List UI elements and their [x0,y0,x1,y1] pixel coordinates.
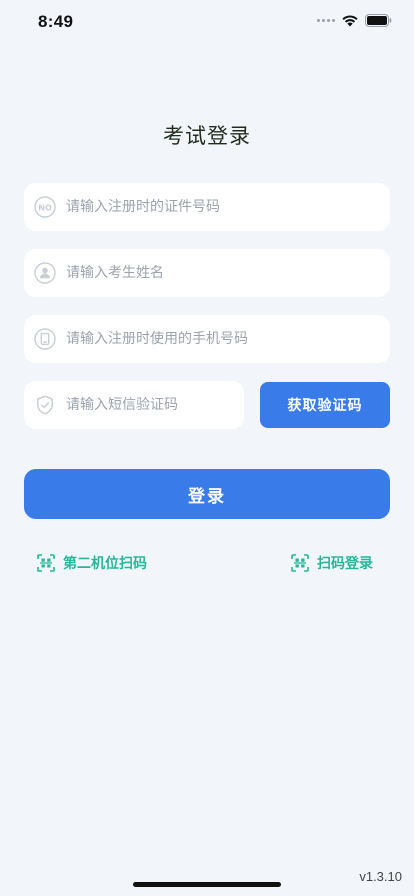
second-camera-scan-label: 第二机位扫码 [63,556,147,572]
status-icons [317,14,392,27]
sms-code-field[interactable] [24,381,244,429]
app-version: v1.3.10 [359,869,402,884]
id-card-no-icon: NO [34,196,56,218]
phone-input[interactable] [66,315,390,363]
home-indicator[interactable] [133,882,281,887]
qr-scan-icon [37,554,55,572]
person-icon [34,262,56,284]
second-camera-scan-link[interactable]: 第二机位扫码 [37,552,147,574]
status-bar: 8:49 [0,0,414,46]
qr-scan-icon [291,554,309,572]
get-code-button[interactable]: 获取验证码 [260,382,390,428]
mobile-phone-icon [34,328,56,350]
page-title: 考试登录 [163,124,251,148]
id-number-field[interactable]: NO [24,183,390,231]
name-input[interactable] [66,249,390,297]
name-field[interactable] [24,249,390,297]
wifi-icon [342,15,358,27]
shield-check-icon [34,394,56,416]
scan-login-link[interactable]: 扫码登录 [291,552,373,574]
phone-field[interactable] [24,315,390,363]
sms-code-input[interactable] [66,381,244,429]
cellular-signal-icon [317,19,335,22]
scan-login-label: 扫码登录 [317,556,373,572]
status-time: 8:49 [38,12,74,31]
svg-text:NO: NO [38,203,52,212]
battery-icon [365,14,392,27]
id-number-input[interactable] [66,183,390,231]
login-button[interactable]: 登录 [24,469,390,519]
